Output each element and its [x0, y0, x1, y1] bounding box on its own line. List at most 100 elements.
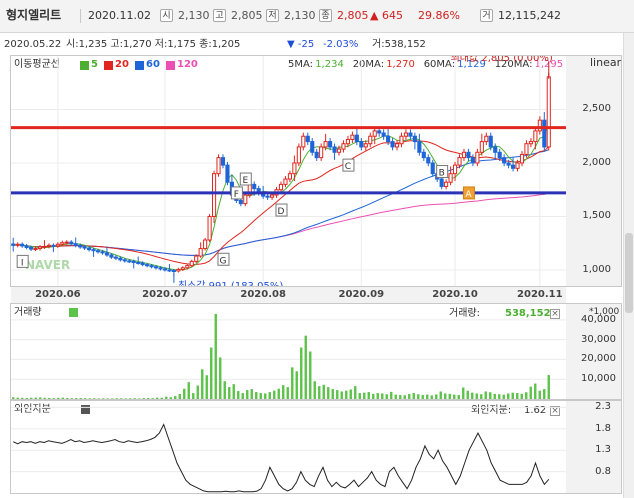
volume-bar [367, 392, 370, 399]
candle-body [176, 268, 181, 272]
volume-bar [219, 357, 222, 399]
x-tick-label: 2020.09 [338, 289, 385, 300]
header-volume: 12,115,242 [498, 9, 561, 22]
volume-bar [277, 388, 280, 399]
volume-bar [264, 393, 267, 399]
x-tick-label: 2020.07 [142, 289, 188, 300]
volume-bar [493, 393, 496, 399]
volume-bar [511, 392, 514, 399]
candle-body [359, 141, 364, 148]
volume-bar [340, 391, 343, 399]
candle-body [310, 141, 315, 153]
pattern-marker-label: C [345, 162, 351, 172]
volume-bar [210, 347, 213, 399]
candle-body [484, 135, 489, 143]
candle-body [87, 247, 92, 251]
candle-body [368, 135, 373, 145]
header-close: 2,805 [337, 9, 369, 22]
candle-body [55, 243, 60, 247]
volume-y-tick: 40,000 [581, 313, 616, 325]
candle-body [171, 269, 176, 272]
volume-icon: 거 [480, 9, 493, 22]
volume-bar [97, 398, 100, 399]
volume-bar [453, 394, 456, 399]
candle-body [149, 265, 154, 268]
volume-bar [426, 394, 429, 399]
candle-body [363, 143, 368, 148]
volume-bar [385, 394, 388, 399]
volume-bar [165, 396, 168, 399]
scale-label: linear [590, 56, 622, 69]
volume-bar [228, 387, 231, 399]
info-date: 2020.05.22 [4, 39, 62, 50]
volume-bar [120, 398, 123, 399]
pattern-marker-label: F [234, 190, 239, 200]
foreign-y-tick: 2.3 [595, 401, 611, 413]
candle-body [113, 256, 118, 259]
candle-body [417, 141, 422, 153]
volume-bar [223, 381, 226, 399]
volume-bar [88, 398, 91, 399]
volume-bar [547, 375, 550, 399]
open-icon: 시 [160, 9, 173, 22]
candle-body [426, 157, 431, 164]
candle-body [403, 132, 409, 137]
foreign-y-tick: 1.8 [595, 422, 611, 434]
candle-body [24, 245, 29, 248]
volume-bar [543, 389, 546, 399]
candle-body [319, 146, 324, 159]
volume-bar [381, 393, 384, 399]
volume-bar [399, 395, 402, 399]
candle-body [292, 162, 297, 175]
stock-name: 형지엘리트 [6, 8, 62, 22]
volume-bar [475, 393, 478, 399]
volume-bar [448, 393, 451, 399]
candle-body [220, 157, 226, 166]
stock-chart-window: 형지엘리트 2020.11.02 시 2,130 고 2,805 저 2,130… [0, 0, 634, 498]
volume-bar [138, 398, 141, 399]
volume-bar [417, 394, 420, 399]
candle-body [60, 242, 65, 245]
volume-bar [345, 390, 348, 399]
volume-bar [421, 395, 424, 399]
volume-bar [538, 390, 541, 399]
candle-body [238, 199, 243, 205]
volume-bar [439, 391, 442, 399]
volume-bar [133, 398, 136, 399]
volume-bar [151, 398, 154, 399]
candle-body [475, 151, 480, 164]
candle-body [194, 255, 199, 262]
vertical-scrollbar[interactable] [623, 33, 634, 498]
volume-bar [520, 393, 523, 399]
header-change-pct: 29.86% [418, 9, 460, 22]
candle-body [546, 76, 551, 148]
x-tick-label: 2020.11 [517, 289, 563, 300]
candle-body [350, 134, 355, 140]
volume-bar [372, 393, 375, 399]
candle-body [511, 164, 516, 169]
volume-bar [93, 398, 96, 399]
scrollbar-thumb[interactable] [625, 233, 633, 313]
candle-body [466, 151, 471, 159]
header-low: 2,130 [284, 9, 316, 22]
volume-bar [529, 386, 532, 399]
volume-bar [282, 385, 285, 399]
candle-body [189, 260, 194, 267]
candle-body [46, 244, 51, 247]
candle-body [270, 194, 275, 198]
volume-bar [70, 398, 73, 399]
volume-bar [156, 397, 159, 399]
naver-watermark: NAVER [25, 258, 70, 272]
volume-bar [232, 384, 235, 399]
volume-chart [11, 313, 566, 399]
volume-bar [178, 394, 181, 399]
candle-body [122, 259, 127, 262]
volume-bar [106, 398, 109, 399]
candle-body [109, 254, 114, 258]
candle-body [444, 181, 449, 188]
candle-body [390, 141, 395, 148]
candle-body [412, 135, 417, 143]
candle-body [33, 248, 38, 251]
volume-bar [304, 335, 307, 399]
volume-bar [169, 397, 172, 399]
